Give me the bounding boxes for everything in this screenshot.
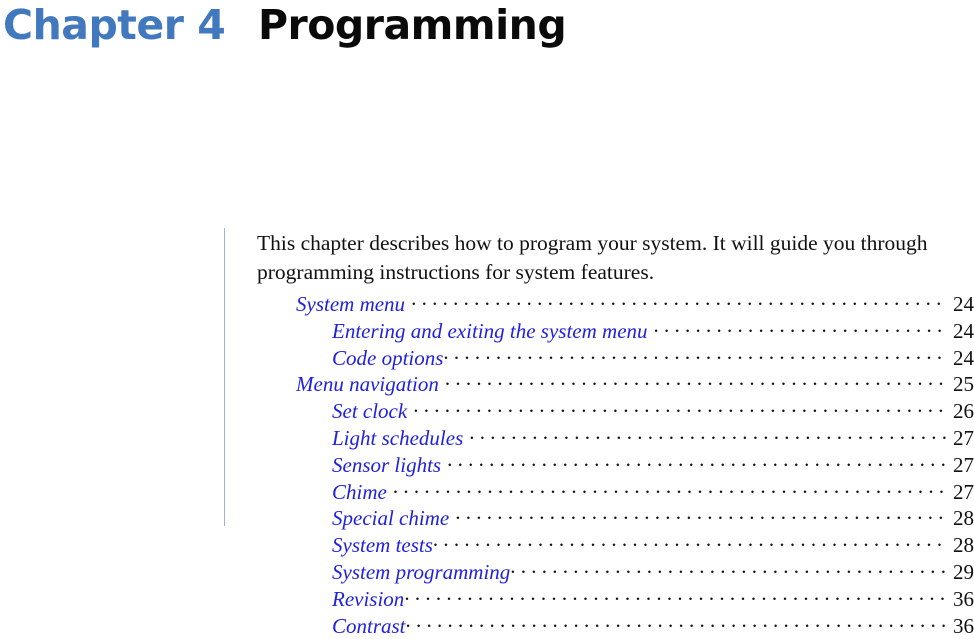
- vertical-divider-rule: [224, 228, 225, 526]
- toc-entry[interactable]: Special chime 28: [296, 504, 974, 531]
- toc-entry-title: Contrast: [332, 613, 406, 638]
- toc-dot-leader: [443, 344, 947, 365]
- toc-entry[interactable]: Menu navigation 25: [296, 370, 974, 397]
- toc-page-number: 26: [953, 399, 974, 424]
- chapter-number-label: Chapter 4: [3, 1, 226, 49]
- toc-dot-leader: [411, 290, 947, 311]
- toc-entry-title: System tests: [332, 533, 433, 558]
- toc-entry[interactable]: Chime 27: [296, 478, 974, 505]
- toc-page-number: 36: [953, 613, 974, 638]
- toc-dot-leader: [510, 558, 947, 579]
- toc-page-number: 29: [953, 559, 974, 584]
- toc-entry-title: System programming: [332, 559, 511, 584]
- toc-page-number: 27: [953, 452, 974, 477]
- toc-dot-leader: [445, 370, 947, 391]
- chapter-header: Chapter 4 Programming: [0, 0, 974, 56]
- toc-entry-title: Light schedules: [332, 425, 464, 450]
- toc-entry[interactable]: System menu 24: [296, 290, 974, 317]
- toc-dot-leader: [433, 531, 947, 552]
- toc-entry[interactable]: Code options 24: [296, 344, 974, 371]
- toc-entry-title: Code options: [332, 345, 444, 370]
- toc-page-number: 36: [953, 586, 974, 611]
- toc-entry[interactable]: Light schedules 27: [296, 424, 974, 451]
- toc-entry[interactable]: Sensor lights 27: [296, 451, 974, 478]
- toc-page-number: 24: [953, 318, 974, 343]
- toc-entry[interactable]: Contrast 36: [296, 612, 974, 639]
- toc-dot-leader: [455, 504, 947, 525]
- toc-entry[interactable]: System programming 29: [296, 558, 974, 585]
- toc-entry-title: Entering and exiting the system menu: [332, 318, 648, 343]
- toc-entry-title: Special chime: [332, 506, 450, 531]
- toc-dot-leader: [469, 424, 947, 445]
- table-of-contents: System menu24Entering and exiting the sy…: [296, 290, 974, 638]
- toc-page-number: 27: [953, 479, 974, 504]
- toc-entry-title: Sensor lights: [332, 452, 442, 477]
- toc-entry[interactable]: System tests 28: [296, 531, 974, 558]
- page-title: Programming: [258, 1, 567, 49]
- toc-entry[interactable]: Entering and exiting the system menu 24: [296, 317, 974, 344]
- toc-page-number: 28: [953, 533, 974, 558]
- toc-dot-leader: [406, 612, 947, 633]
- intro-text: This chapter describes how to program yo…: [257, 231, 928, 284]
- toc-page-number: 25: [953, 372, 974, 397]
- toc-dot-leader: [413, 397, 947, 418]
- toc-entry[interactable]: Set clock 26: [296, 397, 974, 424]
- toc-page-number: 28: [953, 506, 974, 531]
- toc-dot-leader: [447, 451, 947, 472]
- chapter-intro-paragraph: This chapter describes how to program yo…: [257, 229, 974, 287]
- toc-page-number: 27: [953, 425, 974, 450]
- toc-page-number: 24: [953, 292, 974, 316]
- toc-entry-title: Set clock: [332, 399, 408, 424]
- toc-dot-leader: [404, 585, 947, 606]
- toc-entry-title: Chime: [332, 479, 387, 504]
- toc-entry-title: Menu navigation: [296, 372, 439, 397]
- toc-entry-title: Revision: [332, 586, 405, 611]
- toc-dot-leader: [654, 317, 947, 338]
- toc-entry[interactable]: Revision 36: [296, 585, 974, 612]
- toc-dot-leader: [393, 478, 947, 499]
- toc-entry-title: System menu: [296, 292, 406, 316]
- toc-page-number: 24: [953, 345, 974, 370]
